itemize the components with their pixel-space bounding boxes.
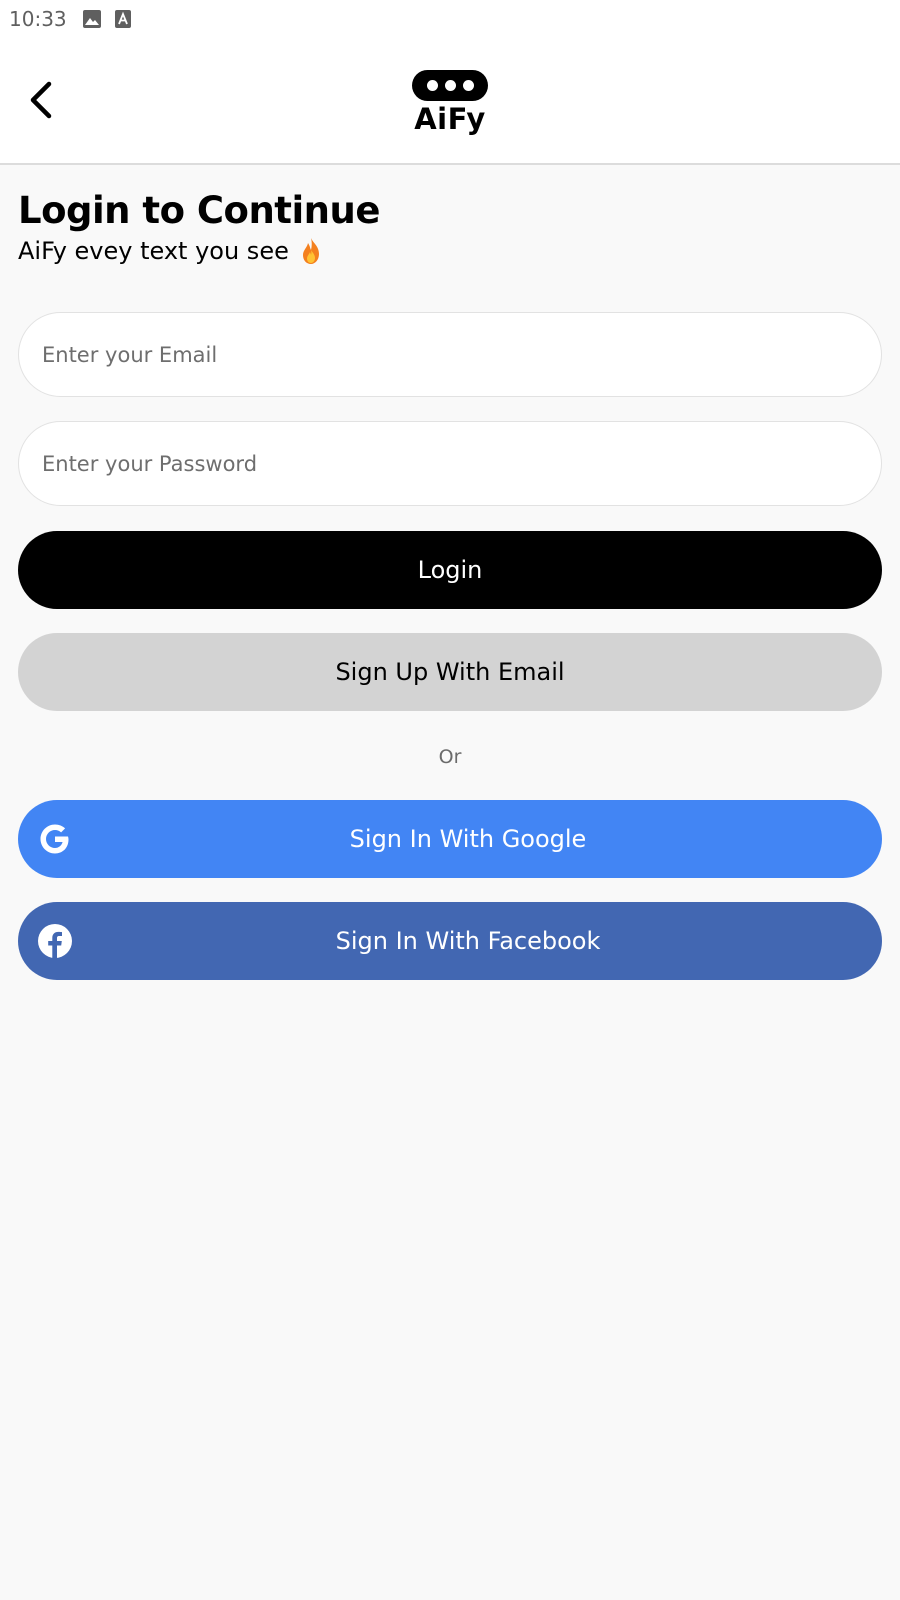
login-button[interactable]: Login: [18, 531, 882, 609]
app-bar: AiFy: [0, 38, 900, 165]
subtitle-text: AiFy evey text you see: [18, 237, 289, 265]
text-icon: [114, 10, 131, 28]
email-field[interactable]: [18, 312, 882, 397]
fire-emoji-icon: [299, 237, 323, 265]
page-subtitle: AiFy evey text you see: [18, 237, 323, 265]
google-signin-button[interactable]: Sign In With Google: [18, 800, 882, 878]
back-button[interactable]: [20, 78, 60, 122]
chevron-left-icon: [30, 81, 52, 119]
password-field[interactable]: [18, 421, 882, 506]
signup-email-button[interactable]: Sign Up With Email: [18, 633, 882, 711]
google-button-label: Sign In With Google: [349, 825, 587, 853]
login-button-label: Login: [417, 556, 483, 584]
status-bar: 10:33: [0, 0, 900, 38]
facebook-signin-button[interactable]: Sign In With Facebook: [18, 902, 882, 980]
image-icon: [82, 10, 101, 28]
logo-text: AiFy: [414, 102, 486, 136]
google-icon: [40, 824, 69, 854]
app-logo: AiFy: [410, 70, 490, 138]
facebook-icon: [38, 924, 72, 958]
status-time: 10:33: [9, 7, 67, 31]
signup-button-label: Sign Up With Email: [335, 658, 565, 686]
page-title: Login to Continue: [18, 189, 380, 232]
chat-bubble-icon: [412, 70, 488, 101]
facebook-button-label: Sign In With Facebook: [335, 927, 601, 955]
or-divider-text: Or: [438, 746, 462, 768]
